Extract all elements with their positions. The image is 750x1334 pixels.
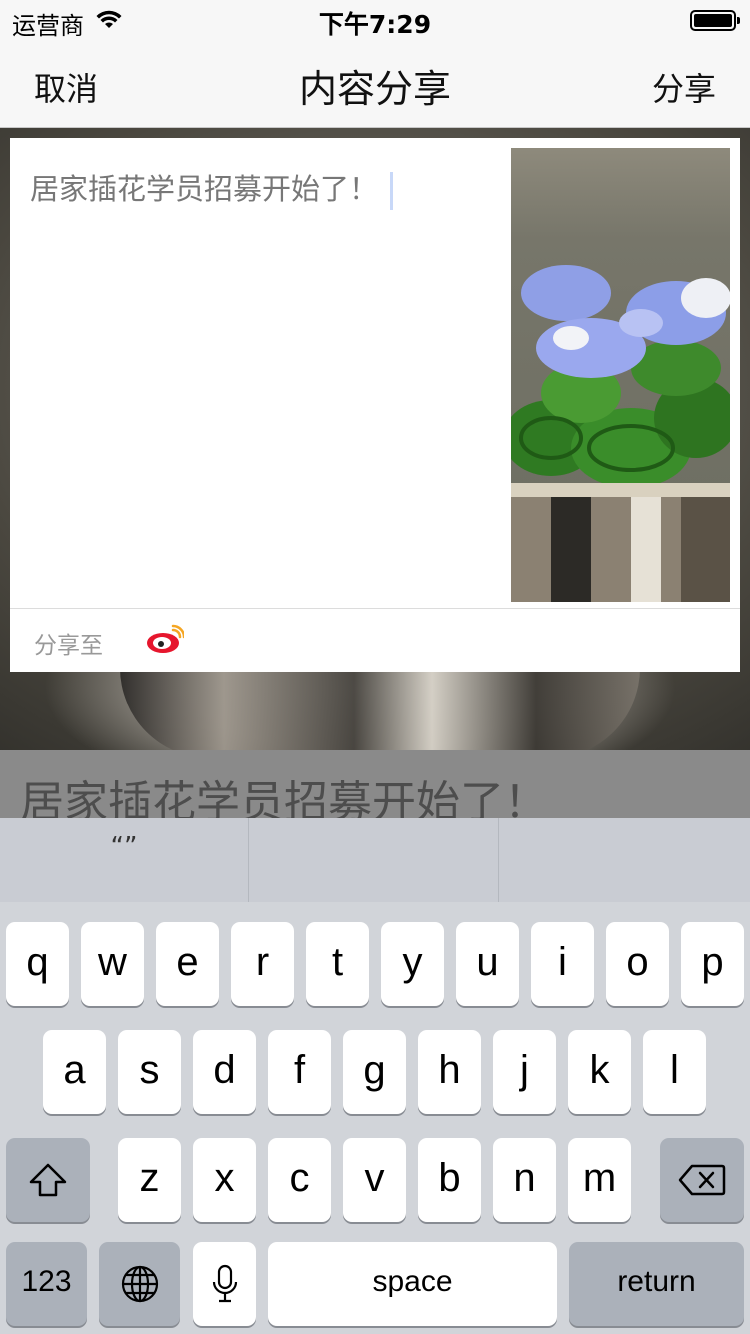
preview-caption: 居家插花学员招募开始了！ bbox=[0, 750, 750, 818]
key-e[interactable]: e bbox=[156, 922, 219, 1006]
key-w[interactable]: w bbox=[81, 922, 144, 1006]
globe-key[interactable] bbox=[99, 1242, 180, 1326]
weibo-icon[interactable] bbox=[146, 624, 184, 654]
key-a[interactable]: a bbox=[43, 1030, 106, 1114]
share-to-label: 分享至 bbox=[34, 633, 103, 659]
preview-caption-text: 居家插花学员招募开始了！ bbox=[20, 777, 548, 818]
key-d[interactable]: d bbox=[193, 1030, 256, 1114]
predictive-bar: “” bbox=[0, 818, 750, 902]
key-o[interactable]: o bbox=[606, 922, 669, 1006]
shift-icon bbox=[29, 1163, 67, 1197]
key-f[interactable]: f bbox=[268, 1030, 331, 1114]
shift-key[interactable] bbox=[6, 1138, 90, 1222]
key-h[interactable]: h bbox=[418, 1030, 481, 1114]
share-text-input[interactable]: 居家插花学员招募开始了！ bbox=[30, 166, 500, 210]
suggestion-1[interactable]: “” bbox=[0, 818, 249, 902]
background-vase bbox=[120, 668, 640, 750]
key-k[interactable]: k bbox=[568, 1030, 631, 1114]
key-b[interactable]: b bbox=[418, 1138, 481, 1222]
dictation-key[interactable] bbox=[193, 1242, 256, 1326]
key-p[interactable]: p bbox=[681, 922, 744, 1006]
return-key[interactable]: return bbox=[569, 1242, 744, 1326]
suggestion-2[interactable] bbox=[250, 818, 499, 902]
share-text-value: 居家插花学员招募开始了！ bbox=[30, 172, 379, 206]
status-time: 下午7:29 bbox=[318, 10, 432, 39]
delete-key[interactable] bbox=[660, 1138, 744, 1222]
key-l[interactable]: l bbox=[643, 1030, 706, 1114]
keyboard: “” q w e r t y u i o p a s d f g h j k l… bbox=[0, 818, 750, 1334]
key-z[interactable]: z bbox=[118, 1138, 181, 1222]
status-bar: 运营商 下午7:29 bbox=[0, 0, 750, 40]
key-t[interactable]: t bbox=[306, 922, 369, 1006]
composer-divider bbox=[10, 608, 740, 609]
key-u[interactable]: u bbox=[456, 922, 519, 1006]
battery-icon bbox=[690, 10, 740, 31]
key-s[interactable]: s bbox=[118, 1030, 181, 1114]
flower-photo-icon bbox=[511, 265, 730, 602]
key-x[interactable]: x bbox=[193, 1138, 256, 1222]
microphone-icon bbox=[212, 1264, 237, 1303]
key-c[interactable]: c bbox=[268, 1138, 331, 1222]
key-v[interactable]: v bbox=[343, 1138, 406, 1222]
text-caret bbox=[390, 172, 394, 210]
key-j[interactable]: j bbox=[493, 1030, 556, 1114]
share-composer: 居家插花学员招募开始了！ 分享至 bbox=[10, 138, 740, 672]
share-button[interactable]: 分享 bbox=[652, 64, 716, 110]
space-key[interactable]: space bbox=[268, 1242, 557, 1326]
share-thumbnail-image[interactable] bbox=[511, 148, 730, 602]
navigation-bar: 取消 内容分享 分享 bbox=[0, 40, 750, 128]
page-title: 内容分享 bbox=[298, 67, 451, 111]
numbers-key[interactable]: 123 bbox=[6, 1242, 87, 1326]
key-q[interactable]: q bbox=[6, 922, 69, 1006]
key-i[interactable]: i bbox=[531, 922, 594, 1006]
cancel-button[interactable]: 取消 bbox=[34, 64, 98, 110]
key-m[interactable]: m bbox=[568, 1138, 631, 1222]
key-n[interactable]: n bbox=[493, 1138, 556, 1222]
key-y[interactable]: y bbox=[381, 922, 444, 1006]
backspace-icon bbox=[678, 1164, 726, 1196]
suggestion-3[interactable] bbox=[501, 818, 750, 902]
key-r[interactable]: r bbox=[231, 922, 294, 1006]
key-g[interactable]: g bbox=[343, 1030, 406, 1114]
globe-icon bbox=[121, 1265, 158, 1303]
